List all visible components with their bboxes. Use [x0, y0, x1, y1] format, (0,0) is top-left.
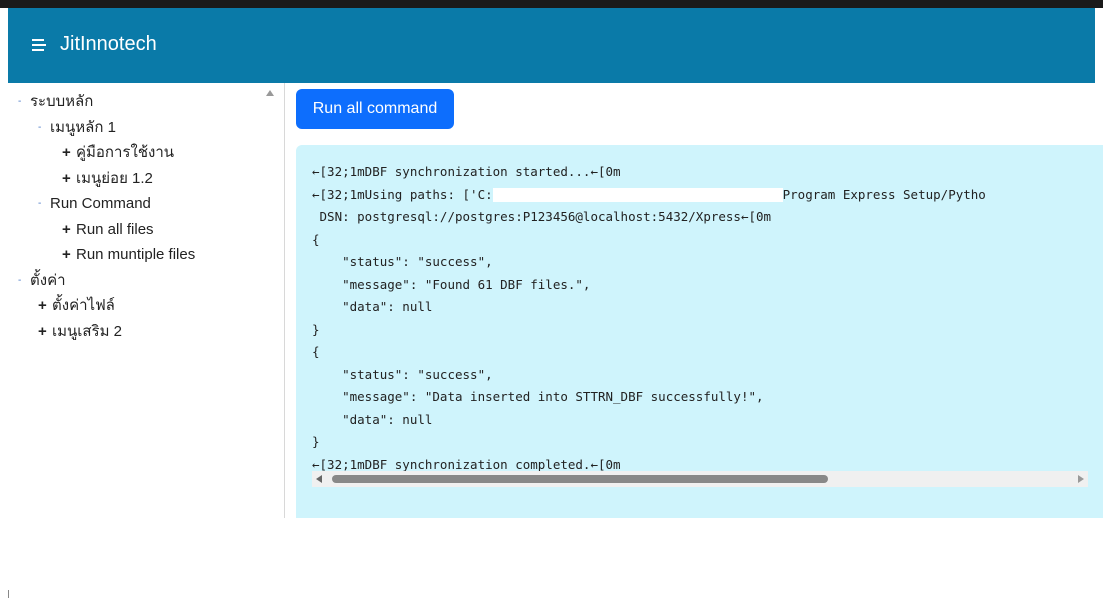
run-all-command-button[interactable]: Run all command	[296, 89, 454, 129]
expand-plus-icon[interactable]: +	[62, 245, 76, 265]
expand-plus-icon[interactable]: +	[62, 169, 76, 189]
hamburger-line	[32, 49, 44, 51]
output-line: "data": null	[312, 411, 433, 427]
tree-node-label: เมนูเสริม 2	[52, 322, 123, 340]
tree-node-label: Run all files	[76, 220, 154, 238]
expand-plus-icon[interactable]: +	[38, 322, 52, 342]
tree-node-label: Run Command	[50, 195, 151, 212]
window-top-border	[0, 0, 1103, 8]
tree-node[interactable]: - ระบบหลัก	[18, 92, 93, 112]
expand-plus-icon[interactable]: +	[62, 143, 76, 163]
output-line: ←[32;1mDBF synchronization completed.←[0…	[312, 456, 621, 472]
collapse-dash-icon[interactable]: -	[38, 118, 50, 138]
tree-node[interactable]: + เมนูเสริม 2	[38, 322, 122, 342]
output-line: }	[312, 434, 320, 449]
output-line: "data": null	[312, 299, 433, 314]
output-line: Program Express Setup/Pytho	[782, 186, 986, 202]
output-line: ←[32;1mDBF synchronization started...←[0…	[312, 164, 621, 179]
output-line: ←[32;1mUsing paths: ['C:	[312, 186, 493, 202]
scroll-right-icon[interactable]	[1078, 475, 1084, 483]
redacted-path	[492, 188, 783, 202]
tree-node-label: เมนูย่อย 1.2	[76, 169, 153, 187]
tree-node[interactable]: - เมนูหลัก 1	[38, 118, 116, 138]
output-console: ←[32;1mDBF synchronization started...←[0…	[296, 145, 1103, 518]
scrollbar-thumb[interactable]	[332, 475, 828, 483]
horizontal-scrollbar[interactable]	[312, 471, 1088, 487]
sidebar-tree: - ระบบหลัก - เมนูหลัก 1 + คู่มือการใช้งาน + เมน…	[8, 83, 285, 598]
collapse-dash-icon[interactable]: -	[18, 92, 30, 112]
tree-node[interactable]: + คู่มือการใช้งาน	[62, 143, 174, 163]
hamburger-menu-icon[interactable]	[32, 37, 48, 53]
console-output: ←[32;1mDBF synchronization started...←[0…	[312, 161, 986, 476]
output-line: {	[312, 344, 320, 359]
hamburger-line	[32, 44, 46, 46]
output-line: DSN: postgresql://postgres:P123456@local…	[312, 209, 772, 224]
output-line: "status": "success",	[312, 366, 493, 382]
tree-node[interactable]: + ตั้งค่าไฟล์	[38, 296, 115, 316]
hamburger-line	[32, 39, 44, 41]
app-header: JitInnotech	[8, 8, 1095, 83]
collapse-dash-icon[interactable]: -	[38, 194, 50, 214]
collapse-dash-icon[interactable]: -	[18, 271, 30, 291]
tree-node[interactable]: - ตั้งค่า	[18, 271, 66, 291]
output-line: "message": "Found 61 DBF files.",	[312, 276, 591, 292]
tree-node-label: ตั้งค่า	[30, 271, 66, 289]
scroll-left-icon[interactable]	[316, 475, 322, 483]
tree-node-label: Run muntiple files	[76, 246, 196, 263]
tree-node[interactable]: + Run muntiple files	[62, 245, 195, 265]
tree-node[interactable]: + เมนูย่อย 1.2	[62, 169, 153, 189]
app-title: JitInnotech	[60, 33, 157, 55]
output-line: "status": "success",	[312, 254, 493, 269]
tree-node[interactable]: + Run all files	[62, 220, 154, 240]
expand-plus-icon[interactable]: +	[62, 220, 76, 240]
output-line: "message": "Data inserted into STTRN_DBF…	[312, 389, 764, 404]
sidebar-scroll-up-icon[interactable]	[266, 90, 274, 96]
tree-node-label: คู่มือการใช้งาน	[76, 144, 174, 161]
tree-node-label: ระบบหลัก	[30, 93, 94, 110]
tree-node-label: เมนูหลัก 1	[50, 118, 116, 136]
expand-plus-icon[interactable]: +	[38, 296, 52, 316]
resize-handle-icon[interactable]	[8, 590, 13, 598]
tree-node-label: ตั้งค่าไฟล์	[52, 297, 115, 314]
output-line: {	[312, 231, 320, 247]
output-line: }	[312, 321, 320, 337]
tree-node[interactable]: - Run Command	[38, 194, 151, 214]
